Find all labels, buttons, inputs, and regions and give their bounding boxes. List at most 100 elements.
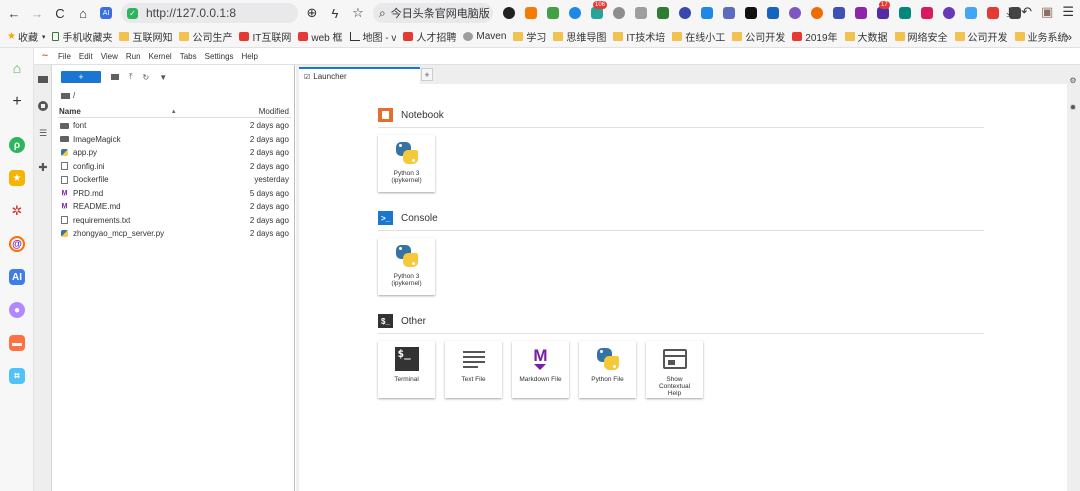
file-row[interactable]: M̲ README.md 2 days ago — [58, 200, 291, 214]
bookmark-item[interactable]: 地图 - v — [349, 29, 396, 44]
file-row[interactable]: config.ini 2 days ago — [58, 160, 291, 174]
bookmark-item[interactable]: IT技术培 — [613, 29, 665, 44]
ai-app-icon[interactable]: AI — [9, 269, 25, 285]
new-tab-button[interactable]: + — [421, 68, 433, 81]
zoom-icon[interactable]: ⊕ — [303, 4, 321, 22]
extension-icon[interactable]: 106 — [591, 1, 608, 19]
python-file-card[interactable]: Python File — [579, 341, 636, 398]
lightning-icon[interactable]: ϟ — [326, 4, 344, 22]
upload-icon[interactable]: ⤒ — [129, 72, 133, 82]
extension-icon[interactable] — [855, 7, 867, 19]
address-bar[interactable]: ✓ http://127.0.0.1:8 — [121, 3, 298, 23]
bookmark-item[interactable]: 公司开发 — [732, 29, 785, 44]
folder-icon[interactable] — [61, 92, 70, 99]
network-app-icon[interactable]: ✲ — [9, 203, 25, 219]
game-app-icon[interactable]: ▬ — [9, 335, 25, 351]
bookmark-item[interactable]: 公司开发 — [954, 29, 1008, 44]
bookmark-item[interactable]: 手机收藏夹 — [52, 29, 112, 44]
debugger-icon[interactable]: ✹ — [1068, 102, 1078, 112]
contextual-help-card[interactable]: Show Contextual Help — [646, 341, 703, 398]
extension-icon[interactable] — [657, 7, 669, 19]
app-icon[interactable]: ● — [9, 302, 25, 318]
extension-icon[interactable] — [921, 7, 933, 19]
extension-icon[interactable] — [569, 7, 581, 19]
bookmark-favorites[interactable]: ★ 收藏 ▾ — [7, 29, 45, 44]
table-of-contents-icon[interactable]: ☰ — [38, 128, 48, 138]
bookmark-item[interactable]: Maven — [463, 31, 506, 42]
extension-icon[interactable] — [547, 7, 559, 19]
bookmark-item[interactable]: 思维导图 — [553, 29, 606, 44]
extension-icon[interactable] — [811, 7, 823, 19]
file-row[interactable]: ImageMagick 2 days ago — [58, 133, 291, 147]
forward-icon[interactable]: → — [28, 4, 46, 22]
refresh-icon[interactable]: ↻ — [143, 73, 150, 82]
column-modified[interactable]: Modified — [259, 107, 291, 116]
extension-icon[interactable] — [833, 7, 845, 19]
breadcrumb-root[interactable]: / — [73, 91, 75, 100]
file-row[interactable]: Dockerfile yesterday — [58, 173, 291, 187]
file-row[interactable]: requirements.txt 2 days ago — [58, 214, 291, 228]
column-name[interactable]: Name — [58, 107, 171, 116]
running-sessions-icon[interactable] — [38, 101, 48, 111]
home-panel-icon[interactable]: ⌂ — [9, 60, 25, 76]
ai-assistant-icon[interactable]: AI — [97, 4, 115, 22]
menu-help[interactable]: Help — [242, 52, 258, 61]
extension-icon[interactable] — [943, 7, 955, 19]
bookmark-item[interactable]: IT互联网 — [239, 29, 291, 44]
text-file-card[interactable]: Text File — [445, 341, 502, 398]
home-icon[interactable]: ⌂ — [74, 4, 92, 22]
search-box[interactable]: ⌕ 今日头条官网电脑版 — [373, 3, 493, 23]
bookmark-item[interactable]: 人才招聘 — [403, 29, 456, 44]
filter-icon[interactable]: ▼ — [159, 73, 167, 82]
app-icon[interactable]: ρ — [9, 137, 25, 153]
console-python3-card[interactable]: Python 3 (ipykernel) — [378, 238, 435, 295]
bookmark-item[interactable]: 公司生产 — [179, 29, 232, 44]
download-icon[interactable]: ⤓ — [1006, 4, 1012, 20]
new-folder-icon[interactable] — [111, 74, 119, 80]
bookmark-item[interactable]: web 框 — [298, 29, 343, 44]
menu-kernel[interactable]: Kernel — [149, 52, 172, 61]
calendar-icon[interactable] — [723, 7, 735, 19]
extension-icon[interactable] — [613, 7, 625, 19]
bookmark-item[interactable]: 2019年 — [792, 29, 838, 44]
extensions-icon[interactable]: ✚ — [38, 162, 48, 174]
terminal-card[interactable]: $_ Terminal — [378, 341, 435, 398]
menu-view[interactable]: View — [101, 52, 118, 61]
back-icon[interactable]: ← — [5, 4, 23, 22]
new-launcher-button[interactable]: + — [61, 71, 101, 83]
extension-icon[interactable] — [745, 7, 757, 19]
markdown-file-card[interactable]: M Markdown File — [512, 341, 569, 398]
bookmark-item[interactable]: 在线小工 — [672, 29, 725, 44]
menu-icon[interactable]: ☰ — [1062, 4, 1074, 20]
extension-icon[interactable] — [525, 7, 537, 19]
file-row[interactable]: zhongyao_mcp_server.py 2 days ago — [58, 227, 291, 241]
reload-icon[interactable]: C — [51, 4, 69, 22]
bookmark-item[interactable]: 学习 — [513, 29, 546, 44]
extension-icon[interactable] — [679, 7, 691, 19]
file-row[interactable]: app.py 2 days ago — [58, 146, 291, 160]
bookmark-item[interactable]: 业务系统 — [1014, 29, 1068, 44]
tab-launcher[interactable]: ☑ Launcher — [299, 67, 420, 84]
menu-file[interactable]: File — [58, 52, 71, 61]
menu-tabs[interactable]: Tabs — [180, 52, 197, 61]
bookmark-star-icon[interactable]: ☆ — [349, 4, 367, 22]
notebook-python3-card[interactable]: Python 3 (ipykernel) — [378, 135, 435, 192]
extension-icon[interactable]: 17 — [877, 1, 890, 19]
star-app-icon[interactable]: ★ — [9, 170, 25, 186]
undo-icon[interactable]: ↶ — [1021, 4, 1032, 20]
file-row[interactable]: M̲ PRD.md 5 days ago — [58, 187, 291, 201]
file-browser-icon[interactable] — [38, 76, 48, 83]
extension-icon[interactable] — [899, 7, 911, 19]
extension-icon[interactable] — [789, 7, 801, 19]
extension-icon[interactable] — [767, 7, 779, 19]
menu-run[interactable]: Run — [126, 52, 141, 61]
file-row[interactable]: font 2 days ago — [58, 119, 291, 133]
bookmark-item[interactable]: 互联网知 — [119, 29, 172, 44]
extension-icon[interactable] — [701, 7, 713, 19]
app-icon[interactable]: @ — [9, 236, 25, 252]
app-icon[interactable]: ⌗ — [9, 368, 25, 384]
menu-edit[interactable]: Edit — [79, 52, 93, 61]
bookmark-item[interactable]: 网络安全 — [894, 29, 948, 44]
wallet-icon[interactable]: ▣ — [1041, 4, 1053, 20]
sort-arrow-icon[interactable]: ▲ — [171, 109, 177, 115]
